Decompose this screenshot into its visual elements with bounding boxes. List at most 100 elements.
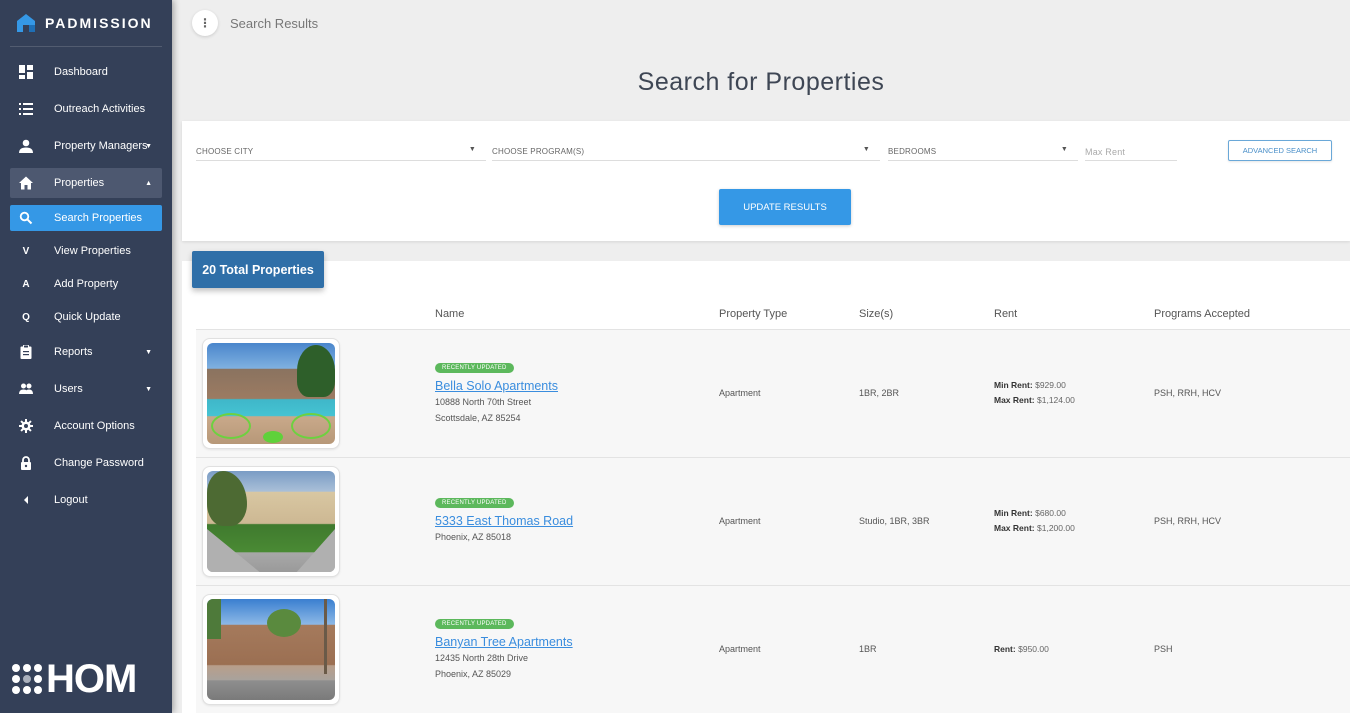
column-header-programs[interactable]: Programs Accepted — [1154, 308, 1250, 320]
property-address-line1: 10888 North 70th Street — [435, 397, 532, 407]
total-properties-badge: 20 Total Properties — [192, 251, 324, 288]
table-row[interactable]: RECENTLY UPDATED 5333 East Thomas Road P… — [196, 458, 1350, 586]
sidebar-item-reports[interactable]: Reports ▼ — [10, 337, 162, 367]
property-type: Apartment — [719, 388, 761, 398]
sidebar-item-label: Quick Update — [54, 311, 121, 323]
property-thumbnail[interactable] — [202, 466, 340, 577]
padmission-logo-icon — [16, 13, 36, 33]
sidebar-item-change-password[interactable]: Change Password — [10, 448, 162, 478]
sidebar-item-label: Properties — [54, 177, 105, 189]
city-select[interactable]: CHOOSE CITY ▼ — [196, 141, 486, 161]
home-icon — [18, 175, 34, 191]
sidebar-item-search-properties[interactable]: Search Properties — [10, 205, 162, 231]
sidebar-item-outreach-activities[interactable]: Outreach Activities — [10, 94, 162, 124]
hom-text: HOM — [46, 657, 137, 701]
sidebar-item-properties[interactable]: Properties ▲ — [10, 168, 162, 198]
sidebar-item-dashboard[interactable]: Dashboard — [10, 57, 162, 87]
city-select-label: CHOOSE CITY — [196, 147, 254, 156]
topbar-title: Search Results — [230, 15, 319, 31]
max-rent: Max Rent: $1,200.00 — [994, 523, 1075, 533]
programs-accepted: PSH — [1154, 644, 1173, 654]
programs-select[interactable]: CHOOSE PROGRAM(S) ▼ — [492, 141, 880, 161]
letter-icon-q: Q — [22, 311, 30, 323]
property-name-link[interactable]: Bella Solo Apartments — [435, 379, 558, 393]
programs-accepted: PSH, RRH, HCV — [1154, 388, 1222, 398]
chevron-left-icon — [18, 492, 34, 508]
update-results-button[interactable]: UPDATE RESULTS — [719, 189, 851, 225]
sidebar-item-account-options[interactable]: Account Options — [10, 411, 162, 441]
list-icon — [18, 101, 34, 117]
caret-down-icon: ▼ — [468, 146, 476, 153]
page-title: Search for Properties — [637, 68, 885, 96]
caret-down-icon: ▼ — [862, 146, 870, 153]
sidebar-item-add-property[interactable]: A Add Property — [10, 271, 162, 297]
main-content: ⋮ Search Results Search for Properties C… — [172, 0, 1350, 713]
clipboard-icon — [18, 344, 34, 360]
property-sizes: 1BR, 2BR — [859, 388, 900, 398]
letter-icon-a: A — [22, 278, 30, 290]
sidebar-item-users[interactable]: Users ▼ — [10, 374, 162, 404]
property-name-link[interactable]: 5333 East Thomas Road — [435, 514, 573, 528]
caret-down-icon: ▼ — [145, 385, 152, 393]
sidebar-item-label: View Properties — [54, 245, 131, 257]
recently-updated-badge: RECENTLY UPDATED — [435, 498, 514, 508]
search-icon — [18, 210, 34, 226]
sidebar-item-label: Outreach Activities — [54, 103, 146, 115]
brand-divider — [10, 46, 162, 47]
sidebar-item-label: Logout — [54, 494, 88, 506]
property-thumbnail[interactable] — [202, 594, 340, 705]
property-sizes: 1BR — [859, 644, 877, 654]
property-sizes: Studio, 1BR, 3BR — [859, 516, 930, 526]
max-rent: Max Rent: $1,124.00 — [994, 395, 1075, 405]
hom-logo: HOM — [12, 657, 137, 701]
sidebar-item-label: Property Managers — [54, 140, 148, 152]
more-menu-button[interactable]: ⋮ — [192, 10, 218, 36]
recently-updated-badge: RECENTLY UPDATED — [435, 363, 514, 373]
sidebar: PADMISSION Dashboard Outreach Activities… — [0, 0, 172, 713]
sidebar-item-label: Account Options — [54, 420, 135, 432]
topbar: ⋮ Search Results — [172, 0, 1350, 46]
rent: Rent: $950.00 — [994, 644, 1049, 654]
brand-name: PADMISSION — [45, 15, 153, 31]
gear-icon — [18, 418, 34, 434]
results-table-header: Name Property Type Size(s) Rent Programs… — [196, 300, 1350, 330]
property-photo-pool — [207, 343, 335, 444]
column-header-rent[interactable]: Rent — [994, 308, 1017, 320]
kebab-menu-icon: ⋮ — [199, 16, 211, 30]
hom-dots-icon — [12, 664, 42, 694]
dashboard-icon — [18, 64, 34, 80]
search-filters-card: CHOOSE CITY ▼ CHOOSE PROGRAM(S) ▼ BEDROO… — [182, 121, 1350, 241]
caret-up-icon: ▲ — [145, 179, 152, 187]
sidebar-item-label: Users — [54, 383, 83, 395]
max-rent-input[interactable]: Max Rent — [1085, 141, 1177, 161]
min-rent: Min Rent: $680.00 — [994, 508, 1066, 518]
property-address-line1: 12435 North 28th Drive — [435, 653, 529, 663]
property-address-line1: Phoenix, AZ 85018 — [435, 532, 512, 542]
property-photo-courtyard — [207, 471, 335, 572]
column-header-property-type[interactable]: Property Type — [719, 308, 787, 320]
caret-down-icon: ▼ — [145, 142, 152, 150]
programs-accepted: PSH, RRH, HCV — [1154, 516, 1222, 526]
property-type: Apartment — [719, 516, 761, 526]
brand[interactable]: PADMISSION — [0, 0, 162, 46]
advanced-search-button[interactable]: ADVANCED SEARCH — [1228, 140, 1332, 161]
sidebar-item-logout[interactable]: Logout — [10, 485, 162, 515]
caret-down-icon: ▼ — [1060, 146, 1068, 153]
max-rent-placeholder: Max Rent — [1085, 147, 1126, 157]
column-header-sizes[interactable]: Size(s) — [859, 308, 893, 320]
table-row[interactable]: RECENTLY UPDATED Banyan Tree Apartments … — [196, 586, 1350, 713]
sidebar-item-quick-update[interactable]: Q Quick Update — [10, 304, 162, 330]
users-icon — [18, 381, 34, 397]
sidebar-item-label: Dashboard — [54, 66, 108, 78]
sidebar-item-view-properties[interactable]: V View Properties — [10, 238, 162, 264]
bedrooms-select[interactable]: BEDROOMS ▼ — [888, 141, 1078, 161]
caret-down-icon: ▼ — [145, 348, 152, 356]
sidebar-item-property-managers[interactable]: Property Managers ▼ — [10, 131, 162, 161]
table-row[interactable]: RECENTLY UPDATED Bella Solo Apartments 1… — [196, 330, 1350, 458]
property-thumbnail[interactable] — [202, 338, 340, 449]
property-photo-building — [207, 599, 335, 700]
lock-icon — [18, 455, 34, 471]
property-name-link[interactable]: Banyan Tree Apartments — [435, 635, 573, 649]
column-header-name[interactable]: Name — [435, 308, 464, 320]
property-type: Apartment — [719, 644, 761, 654]
